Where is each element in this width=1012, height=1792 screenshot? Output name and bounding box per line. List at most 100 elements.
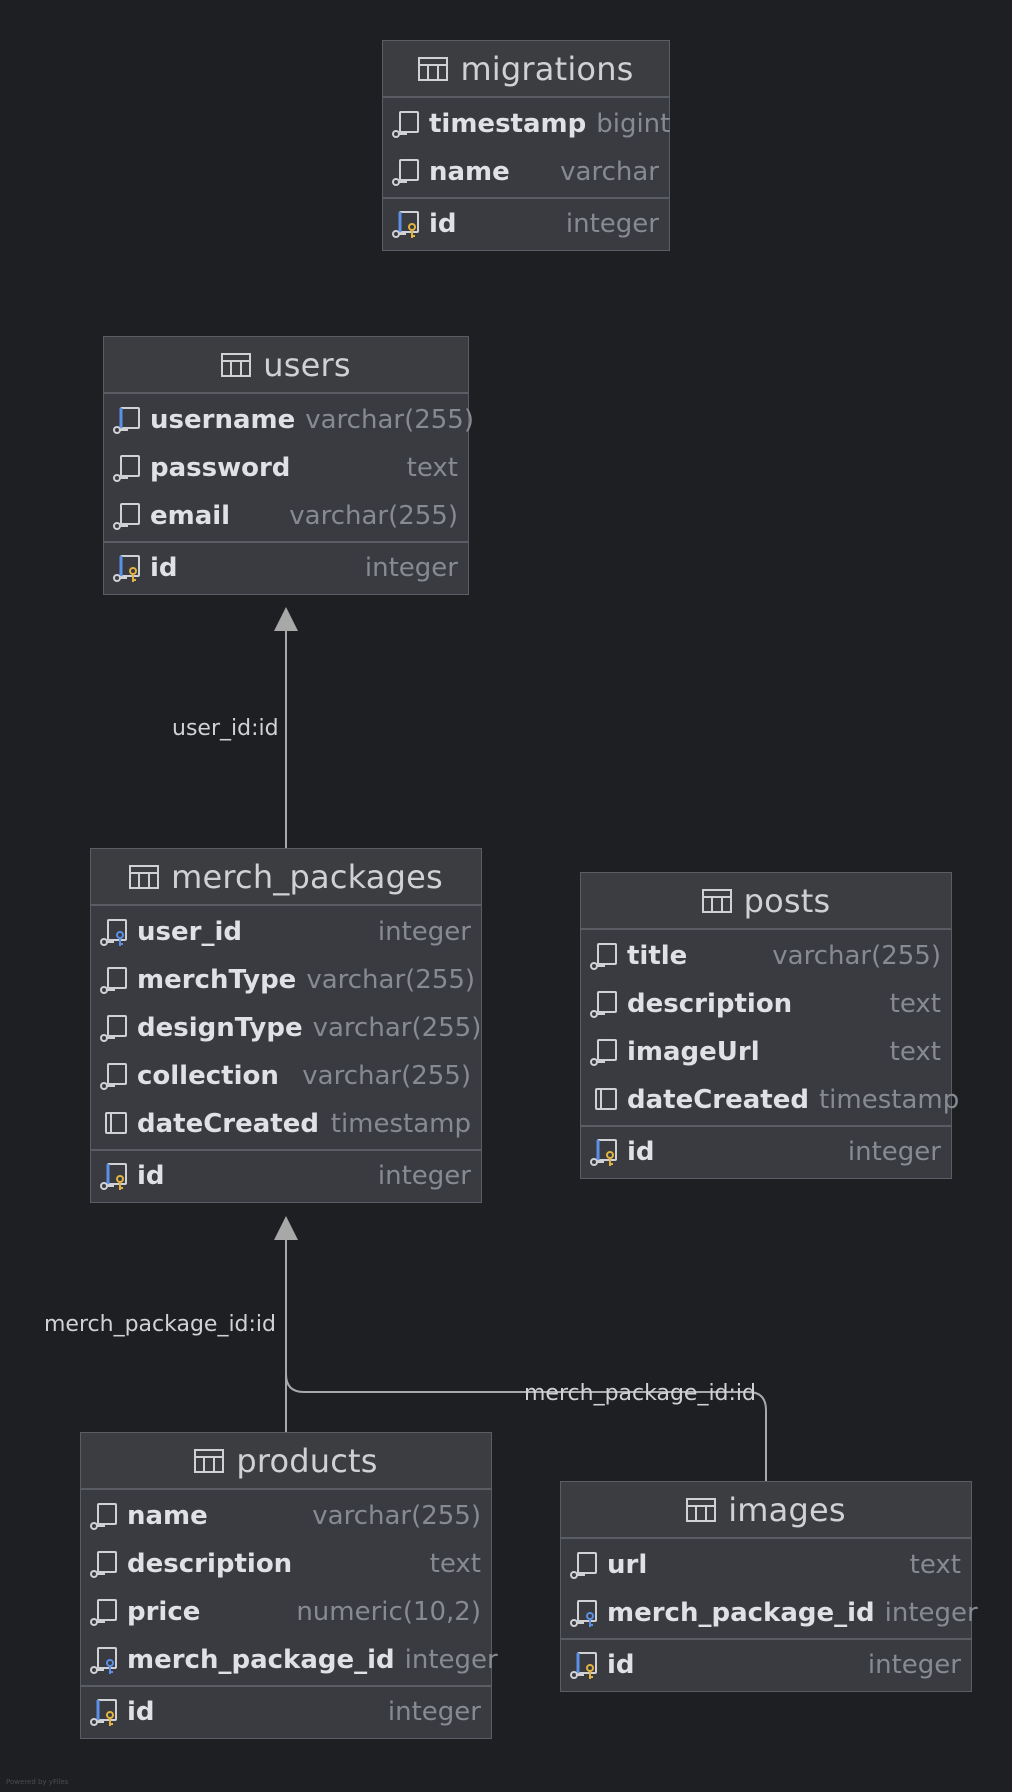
table-merch-packages[interactable]: merch_packages user_id integer merchType va…	[90, 848, 482, 1203]
table-icon	[129, 864, 160, 889]
footer-credit: Powered by yFiles	[6, 1778, 69, 1786]
column-row[interactable]: price numeric(10,2)	[81, 1588, 491, 1636]
primary-key-divider	[91, 1149, 481, 1151]
column-row[interactable]: merchType varchar(255)	[91, 956, 481, 1004]
table-migrations[interactable]: migrations timestamp bigint name varchar id i…	[382, 40, 670, 251]
primary-key-row[interactable]: id integer	[581, 1128, 951, 1176]
table-header[interactable]: posts	[581, 873, 951, 930]
primary-key-icon	[90, 1699, 117, 1726]
column-type: numeric(10,2)	[296, 1597, 481, 1627]
primary-key-row[interactable]: id integer	[91, 1152, 481, 1200]
table-bottom-spacer	[581, 1176, 951, 1178]
column-icon	[590, 943, 617, 970]
column-type: bigint	[596, 109, 671, 139]
column-icon	[570, 1552, 597, 1579]
column-row[interactable]: user_id integer	[91, 908, 481, 956]
primary-key-divider	[581, 1125, 951, 1127]
column-row[interactable]: collection varchar(255)	[91, 1052, 481, 1100]
column-name: id	[137, 1161, 165, 1191]
column-icon	[100, 1015, 127, 1042]
primary-key-icon	[100, 1163, 127, 1190]
column-name: username	[150, 405, 296, 435]
table-products[interactable]: products name varchar(255) description text…	[80, 1432, 498, 1739]
column-row[interactable]: username varchar(255)	[104, 396, 474, 444]
column-type: integer	[884, 1598, 978, 1628]
column-type: text	[429, 1549, 481, 1579]
column-type: varchar(255)	[306, 965, 476, 995]
column-row[interactable]: password text	[104, 444, 468, 492]
column-row[interactable]: imageUrl text	[581, 1028, 951, 1076]
column-name: imageUrl	[627, 1037, 760, 1067]
column-row[interactable]: name varchar	[383, 148, 669, 196]
arrowhead-users	[274, 607, 298, 631]
table-images[interactable]: images url text merch_package_id integer id i…	[560, 1481, 978, 1692]
column-row[interactable]: designType varchar(255)	[91, 1004, 481, 1052]
table-posts[interactable]: posts title varchar(255) description text im…	[580, 872, 959, 1179]
table-icon	[686, 1497, 717, 1522]
column-name: id	[607, 1650, 635, 1680]
table-icon	[221, 352, 252, 377]
column-icon	[90, 1503, 117, 1530]
column-row[interactable]: merch_package_id integer	[561, 1589, 978, 1637]
column-row[interactable]: title varchar(255)	[581, 932, 951, 980]
table-title: products	[236, 1441, 378, 1480]
table-header[interactable]: users	[104, 337, 468, 394]
column-type: integer	[565, 209, 659, 239]
column-type: integer	[387, 1697, 481, 1727]
table-bottom-spacer	[81, 1736, 491, 1738]
primary-key-divider	[104, 541, 468, 543]
column-name: designType	[137, 1013, 303, 1043]
column-icon	[100, 1063, 127, 1090]
table-users[interactable]: users username varchar(255) password text em…	[103, 336, 474, 595]
table-title: users	[263, 345, 351, 384]
column-type: text	[406, 453, 458, 483]
table-header[interactable]: products	[81, 1433, 491, 1490]
foreign-key-icon	[100, 919, 127, 946]
primary-key-row[interactable]: id integer	[81, 1688, 491, 1736]
column-row[interactable]: url text	[561, 1541, 971, 1589]
column-name: name	[429, 157, 510, 187]
primary-key-row[interactable]: id integer	[383, 200, 669, 248]
primary-key-divider	[561, 1638, 971, 1640]
table-bottom-spacer	[561, 1689, 971, 1691]
primary-key-divider	[383, 197, 669, 199]
column-type: timestamp	[330, 1109, 471, 1139]
column-row[interactable]: name varchar(255)	[81, 1492, 491, 1540]
column-name: id	[127, 1697, 155, 1727]
column-icon	[90, 1599, 117, 1626]
table-header[interactable]: merch_packages	[91, 849, 481, 906]
table-bottom-spacer	[91, 1200, 481, 1202]
column-row[interactable]: dateCreated timestamp	[91, 1100, 481, 1148]
column-row[interactable]: description text	[581, 980, 951, 1028]
column-type: integer	[867, 1650, 961, 1680]
column-name: dateCreated	[627, 1085, 809, 1115]
table-icon	[418, 56, 449, 81]
column-type: integer	[377, 1161, 471, 1191]
column-row[interactable]: merch_package_id integer	[81, 1636, 498, 1684]
column-name: id	[150, 553, 178, 583]
column-name: timestamp	[429, 109, 587, 139]
primary-key-icon	[113, 555, 140, 582]
column-type: varchar(255)	[772, 941, 941, 971]
column-name: id	[429, 209, 457, 239]
primary-key-row[interactable]: id integer	[561, 1641, 971, 1689]
column-row[interactable]: timestamp bigint	[383, 100, 671, 148]
column-name: password	[150, 453, 291, 483]
table-title: posts	[743, 881, 831, 920]
table-header[interactable]: images	[561, 1482, 971, 1539]
column-row[interactable]: dateCreated timestamp	[581, 1076, 959, 1124]
column-row[interactable]: email varchar(255)	[104, 492, 468, 540]
column-name: merchType	[137, 965, 297, 995]
primary-key-row[interactable]: id integer	[104, 544, 468, 592]
column-row[interactable]: description text	[81, 1540, 491, 1588]
index-column-icon	[113, 407, 140, 434]
column-icon	[595, 1088, 617, 1110]
table-icon	[701, 888, 732, 913]
column-type: varchar	[560, 157, 659, 187]
column-type: varchar(255)	[305, 405, 474, 435]
table-header[interactable]: migrations	[383, 41, 669, 98]
column-name: id	[627, 1137, 655, 1167]
column-icon	[105, 1112, 127, 1134]
column-name: name	[127, 1501, 208, 1531]
foreign-key-icon	[90, 1647, 117, 1674]
